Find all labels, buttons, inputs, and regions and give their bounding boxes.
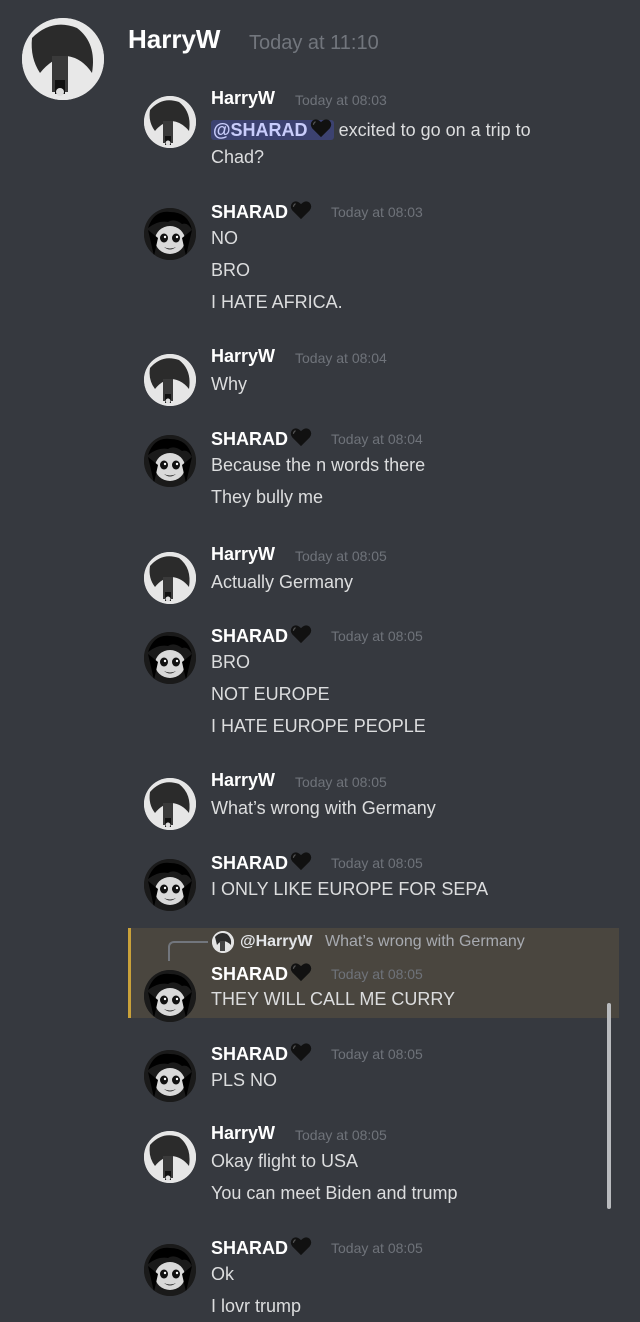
message-text: NO <box>211 228 238 248</box>
user-mention[interactable]: @SHARAD <box>211 119 334 140</box>
message-text: THEY WILL CALL ME CURRY <box>211 989 456 1009</box>
message-text: PLS NO <box>211 1070 278 1090</box>
message-author[interactable]: HarryW <box>211 346 275 367</box>
message-text: They bully me <box>211 487 324 507</box>
reply-preview-text[interactable]: What’s wrong with Germany <box>325 933 525 951</box>
message-text: I ONLY LIKE EUROPE FOR SEPA <box>211 879 489 899</box>
reply-avatar <box>212 931 234 953</box>
message-timestamp: Today at 08:05 <box>331 1046 423 1062</box>
message-timestamp: Today at 08:03 <box>295 92 387 108</box>
message-author[interactable]: SHARAD <box>211 962 312 985</box>
black-heart-icon <box>288 963 312 984</box>
message-author[interactable]: SHARAD <box>211 1236 312 1259</box>
message-text: You can meet Biden and trump <box>211 1183 458 1203</box>
message-avatar[interactable] <box>144 208 196 260</box>
message-text: Because the n words there <box>211 455 426 475</box>
message-timestamp: Today at 08:05 <box>331 628 423 644</box>
message-text: BRO <box>211 652 251 672</box>
message-timestamp: Today at 08:05 <box>295 548 387 564</box>
black-heart-icon <box>288 428 312 449</box>
message-text: Okay flight to USA <box>211 1151 359 1171</box>
message-avatar[interactable] <box>144 1131 196 1183</box>
message-author[interactable]: SHARAD <box>211 624 312 647</box>
message-text: What’s wrong with Germany <box>211 798 436 818</box>
message-timestamp: Today at 08:05 <box>331 1240 423 1256</box>
message-text: BRO <box>211 260 251 280</box>
message-author[interactable]: SHARAD <box>211 427 312 450</box>
message-text: NOT EUROPE <box>211 684 330 704</box>
message-avatar[interactable] <box>144 354 196 406</box>
reply-spine <box>168 941 208 961</box>
message-text: I HATE EUROPE PEOPLE <box>211 716 426 736</box>
message-author[interactable]: SHARAD <box>211 200 312 223</box>
message-author[interactable]: SHARAD <box>211 1042 312 1065</box>
message-text: Actually Germany <box>211 572 354 592</box>
message-author[interactable]: HarryW <box>211 88 275 109</box>
message-timestamp: Today at 08:05 <box>295 1127 387 1143</box>
message-avatar[interactable] <box>144 435 196 487</box>
reply-author[interactable]: @HarryW <box>240 933 313 951</box>
message-text: I HATE AFRICA. <box>211 292 343 312</box>
black-heart-icon <box>288 1043 312 1064</box>
black-heart-icon <box>288 852 312 873</box>
message-avatar[interactable] <box>144 859 196 911</box>
message-text: Chad? <box>211 147 265 167</box>
message-avatar[interactable] <box>144 552 196 604</box>
black-heart-icon <box>288 201 312 222</box>
message-avatar[interactable] <box>144 1050 196 1102</box>
message-text: @SHARAD excited to go on a trip to <box>211 119 531 140</box>
message-text: Why <box>211 374 247 394</box>
message-avatar[interactable] <box>144 970 196 1022</box>
scrollbar[interactable] <box>607 1003 611 1209</box>
message-timestamp: Today at 08:05 <box>331 966 423 982</box>
message-avatar[interactable] <box>144 632 196 684</box>
author-name[interactable]: HarryW <box>128 24 220 55</box>
black-heart-icon <box>288 1237 312 1258</box>
message-avatar[interactable] <box>144 1244 196 1296</box>
message-avatar[interactable] <box>144 96 196 148</box>
message-timestamp: Today at 08:04 <box>331 431 423 447</box>
message-timestamp: Today at 11:10 <box>249 32 379 54</box>
black-heart-icon <box>288 625 312 646</box>
black-heart-icon <box>308 119 332 140</box>
author-avatar[interactable] <box>22 18 104 100</box>
message-author[interactable]: HarryW <box>211 1123 275 1144</box>
message-author[interactable]: HarryW <box>211 770 275 791</box>
message-avatar[interactable] <box>144 778 196 830</box>
message-author[interactable]: HarryW <box>211 544 275 565</box>
message-timestamp: Today at 08:05 <box>331 855 423 871</box>
message-timestamp: Today at 08:03 <box>331 204 423 220</box>
message-text: Ok <box>211 1264 235 1284</box>
message-timestamp: Today at 08:05 <box>295 774 387 790</box>
message-timestamp: Today at 08:04 <box>295 350 387 366</box>
message-text: I lovr trump <box>211 1296 302 1316</box>
message-author[interactable]: SHARAD <box>211 851 312 874</box>
